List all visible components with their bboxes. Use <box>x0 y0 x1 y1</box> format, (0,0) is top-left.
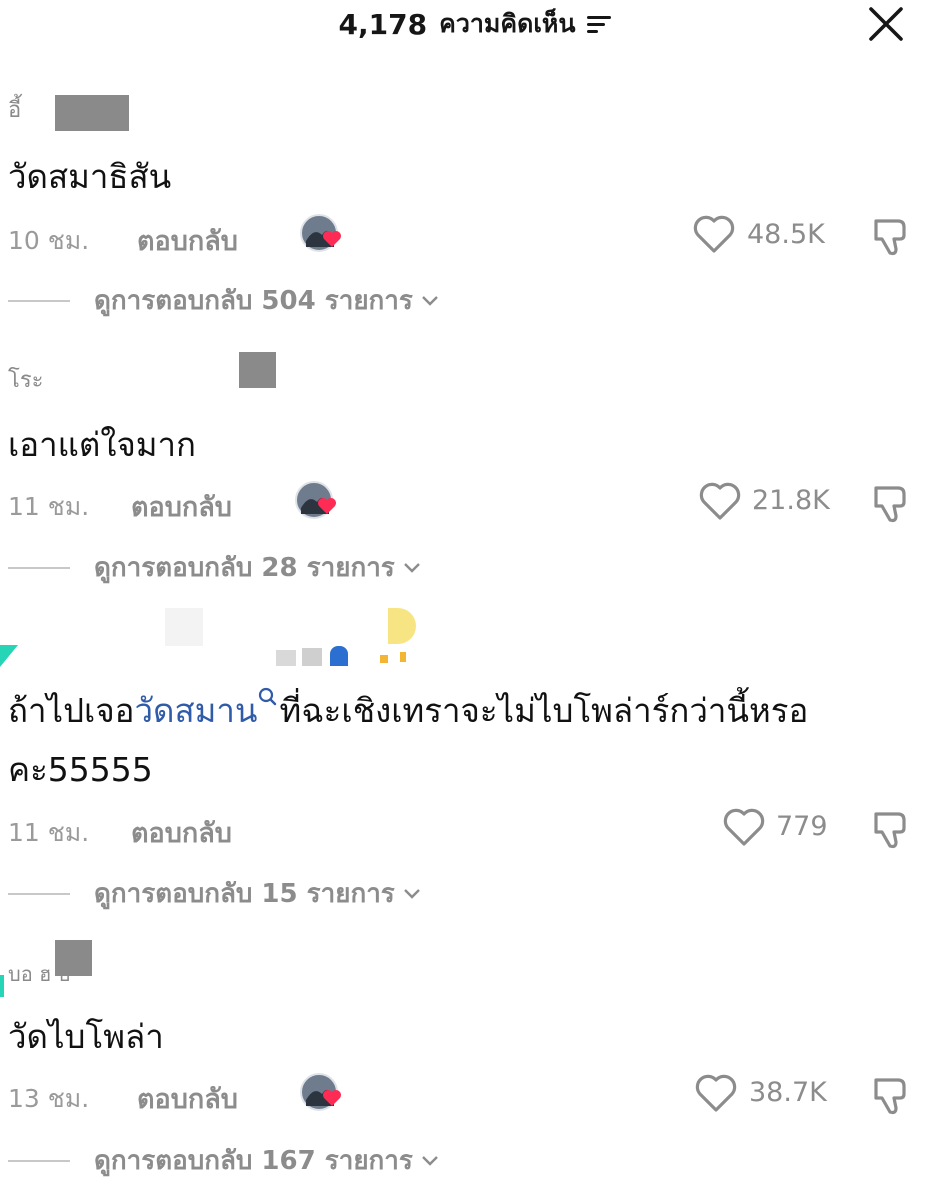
reply-button[interactable]: ตอบกลับ <box>131 811 232 854</box>
hashtag-link[interactable]: วัดสมาน <box>135 691 258 730</box>
reply-button[interactable]: ตอบกลับ <box>137 219 238 262</box>
like-count: 48.5K <box>747 219 825 250</box>
divider <box>8 299 70 302</box>
close-button[interactable] <box>866 4 906 44</box>
comment-username[interactable]: โระ <box>8 362 43 397</box>
comment-time: 11 ชม. <box>8 818 90 847</box>
comment-time: 10 ชม. <box>8 226 90 255</box>
comment-time: 13 ชม. <box>8 1084 90 1113</box>
heart-icon <box>699 482 741 520</box>
redacted-username <box>239 352 276 388</box>
comment-time: 11 ชม. <box>8 492 90 521</box>
avatar-edge <box>0 645 18 667</box>
divider <box>8 566 70 569</box>
reply-button[interactable]: ตอบกลับ <box>137 1077 238 1120</box>
comment-text: เอาแต่ใจมาก <box>8 425 197 464</box>
chevron-down-icon <box>422 1155 438 1166</box>
comment-text: วัดไบโพล่า <box>8 1017 164 1056</box>
avatar <box>295 481 336 519</box>
comments-header: 4,178 ความคิดเห็น <box>0 2 950 46</box>
avatar-edge <box>0 975 4 997</box>
chevron-down-icon <box>403 562 420 573</box>
comment-count: 4,178 <box>338 7 428 41</box>
comment-username[interactable]: อี้ <box>8 92 21 127</box>
comment-text-part: ที่ฉะเชิงเทราจะไม่ไบโพล่าร์กว่านี้หรอ <box>279 691 809 730</box>
creator-liked-avatar <box>300 1072 342 1118</box>
close-icon <box>869 7 903 41</box>
redacted-username <box>55 940 92 976</box>
dislike-button[interactable] <box>868 1072 914 1122</box>
view-replies-toggle[interactable]: ดูการตอบกลับ 504 รายการ <box>8 280 439 321</box>
username-emoji-strip <box>276 644 352 666</box>
heart-icon <box>693 215 735 253</box>
redacted-username <box>55 95 129 131</box>
view-replies-label: ดูการตอบกลับ 167 รายการ <box>94 1146 413 1176</box>
dislike-button[interactable] <box>868 806 914 856</box>
like-button[interactable] <box>694 1072 738 1118</box>
divider <box>8 1159 70 1162</box>
avatar <box>300 214 341 252</box>
like-count: 21.8K <box>752 485 830 516</box>
view-replies-label: ดูการตอบกลับ 15 รายการ <box>94 879 395 909</box>
divider <box>8 892 70 895</box>
comment-text: ถ้าไปเจอวัดสมาน ที่ฉะเชิงเทราจะไม่ไบโพล่า… <box>8 684 808 737</box>
heart-icon <box>723 808 765 846</box>
comment-text-line2: คะ55555 <box>8 750 153 789</box>
like-count: 779 <box>776 811 828 842</box>
thumbs-down-icon <box>874 812 906 849</box>
sort-icon[interactable] <box>587 14 612 36</box>
view-replies-toggle[interactable]: ดูการตอบกลับ 28 รายการ <box>8 547 421 588</box>
comment-count-label: ความคิดเห็น <box>439 9 576 38</box>
view-replies-toggle[interactable]: ดูการตอบกลับ 167 รายการ <box>8 1140 439 1181</box>
emoji-spark <box>380 655 388 663</box>
emoji-icon <box>388 608 416 644</box>
view-replies-label: ดูการตอบกลับ 28 รายการ <box>94 553 395 583</box>
view-replies-toggle[interactable]: ดูการตอบกลับ 15 รายการ <box>8 873 421 914</box>
search-icon[interactable] <box>257 686 279 708</box>
comment-text-part: ถ้าไปเจอ <box>8 691 135 730</box>
comment-text: วัดสมาธิสัน <box>8 157 172 196</box>
reply-button[interactable]: ตอบกลับ <box>131 485 232 528</box>
like-button[interactable] <box>722 806 766 852</box>
heart-icon <box>695 1074 737 1112</box>
redacted-username <box>165 608 203 646</box>
like-button[interactable] <box>692 213 736 259</box>
creator-liked-avatar <box>300 213 342 259</box>
thumbs-down-icon <box>874 486 906 523</box>
like-count: 38.7K <box>749 1077 827 1108</box>
chevron-down-icon <box>403 888 420 899</box>
chevron-down-icon <box>422 295 438 306</box>
thumbs-down-icon <box>874 219 906 256</box>
dislike-button[interactable] <box>868 213 914 263</box>
emoji-spark <box>400 652 406 662</box>
creator-liked-avatar <box>295 480 337 526</box>
dislike-button[interactable] <box>868 480 914 530</box>
avatar <box>300 1073 341 1111</box>
like-button[interactable] <box>698 480 742 526</box>
view-replies-label: ดูการตอบกลับ 504 รายการ <box>94 286 413 316</box>
thumbs-down-icon <box>874 1078 906 1115</box>
